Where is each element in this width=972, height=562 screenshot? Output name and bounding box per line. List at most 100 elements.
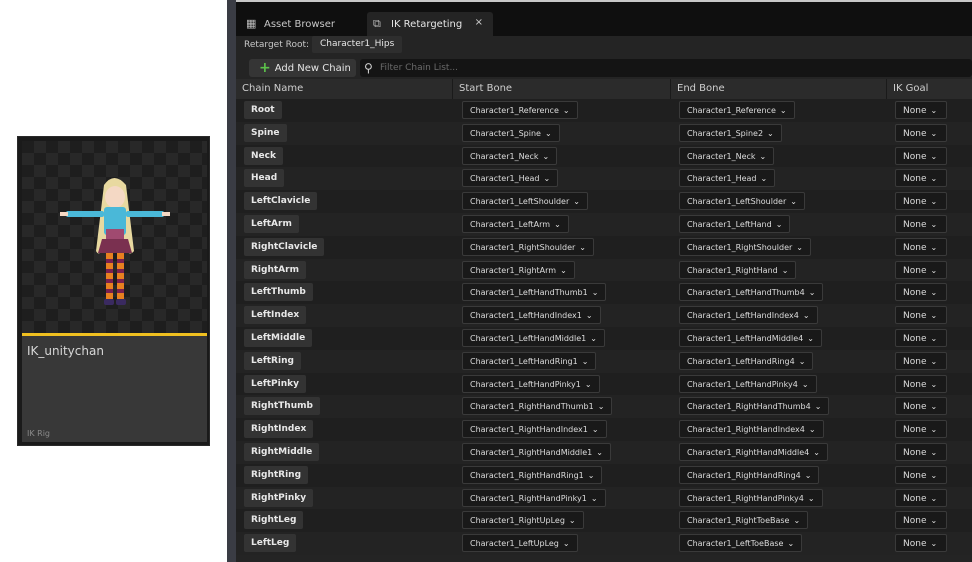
ik-goal-dropdown[interactable]: None ⌄: [895, 123, 947, 142]
ik-goal-dropdown[interactable]: None ⌄: [895, 374, 947, 393]
ik-goal-dropdown[interactable]: None ⌄: [895, 511, 947, 530]
end-bone-dropdown[interactable]: Character1_Reference ⌄: [679, 101, 795, 119]
start-bone-dropdown[interactable]: Character1_LeftHandRing1 ⌄: [462, 351, 597, 370]
retarget-root-value[interactable]: Character1_Hips: [312, 36, 403, 53]
end-bone-dropdown[interactable]: Character1_RightHandRing4 ⌄: [679, 465, 820, 484]
end-bone-dropdown[interactable]: Character1_RightHand ⌄: [679, 260, 797, 279]
table-row[interactable]: RightLeg Character1_RightUpLeg ⌄ Character1…: [236, 509, 972, 533]
table-row[interactable]: Root Character1_Reference ⌄ Character1_Refe…: [236, 99, 972, 122]
column-header-start-bone[interactable]: Start Bone: [453, 79, 671, 99]
start-bone-dropdown[interactable]: Character1_RightHandIndex1 ⌄: [462, 420, 607, 439]
table-row[interactable]: RightClavicle Character1_RightShoulder ⌄ Ch…: [236, 235, 972, 259]
end-bone-dropdown[interactable]: Character1_RightHandMiddle4 ⌄: [679, 442, 828, 461]
ik-goal-dropdown[interactable]: None ⌄: [895, 214, 947, 233]
ik-goal-dropdown[interactable]: None ⌄: [895, 488, 947, 507]
end-bone-dropdown[interactable]: Character1_RightHandPinky4 ⌄: [679, 488, 823, 507]
table-row[interactable]: RightThumb Character1_RightHandThumb1 ⌄ Cha…: [236, 395, 972, 419]
start-bone-dropdown[interactable]: Character1_LeftArm ⌄: [462, 214, 569, 233]
table-row[interactable]: RightRing Character1_RightHandRing1 ⌄ Chara…: [236, 463, 972, 487]
ik-goal-dropdown[interactable]: None ⌄: [895, 101, 947, 119]
end-bone-dropdown[interactable]: Character1_Neck ⌄: [679, 146, 775, 165]
end-bone-dropdown[interactable]: Character1_Head ⌄: [679, 169, 776, 188]
chain-name-field[interactable]: RightArm: [244, 260, 306, 279]
start-bone-dropdown[interactable]: Character1_RightShoulder ⌄: [462, 237, 594, 256]
start-bone-dropdown[interactable]: Character1_LeftShoulder ⌄: [462, 192, 588, 211]
chain-name-field[interactable]: RightPinky: [244, 488, 314, 507]
ik-goal-dropdown[interactable]: None ⌄: [895, 351, 947, 370]
table-row[interactable]: LeftArm Character1_LeftArm ⌄ Character1_Lef…: [236, 212, 972, 236]
table-row[interactable]: LeftMiddle Character1_LeftHandMiddle1 ⌄ Cha…: [236, 326, 972, 350]
ik-goal-dropdown[interactable]: None ⌄: [895, 237, 947, 256]
end-bone-dropdown[interactable]: Character1_RightHandIndex4 ⌄: [679, 420, 824, 439]
filter-chain-input[interactable]: ⚲ Filter Chain List...: [360, 59, 972, 77]
table-row[interactable]: RightArm Character1_RightArm ⌄ Character1_R…: [236, 258, 972, 282]
chain-name-field[interactable]: LeftPinky: [244, 374, 306, 393]
ik-goal-dropdown[interactable]: None ⌄: [895, 260, 947, 279]
end-bone-dropdown[interactable]: Character1_LeftToeBase ⌄: [679, 534, 803, 553]
chain-name-field[interactable]: LeftRing: [244, 351, 301, 370]
ik-goal-dropdown[interactable]: None ⌄: [895, 328, 947, 347]
end-bone-dropdown[interactable]: Character1_RightToeBase ⌄: [679, 511, 809, 530]
ik-goal-dropdown[interactable]: None ⌄: [895, 146, 947, 165]
table-row[interactable]: LeftRing Character1_LeftHandRing1 ⌄ Charact…: [236, 349, 972, 373]
table-row[interactable]: RightIndex Character1_RightHandIndex1 ⌄ Cha…: [236, 418, 972, 441]
table-row[interactable]: Head Character1_Head ⌄ Character1_Head ⌄ None…: [236, 167, 972, 191]
end-bone-dropdown[interactable]: Character1_LeftHand ⌄: [679, 214, 791, 233]
end-bone-dropdown[interactable]: Character1_RightShoulder ⌄: [679, 237, 811, 256]
chain-name-field[interactable]: Neck: [244, 146, 283, 165]
start-bone-dropdown[interactable]: Character1_Reference ⌄: [462, 101, 578, 119]
chain-name-field[interactable]: RightLeg: [244, 511, 304, 530]
end-bone-dropdown[interactable]: Character1_LeftHandThumb4 ⌄: [679, 283, 824, 302]
start-bone-dropdown[interactable]: Character1_Neck ⌄: [462, 146, 558, 165]
add-new-chain-button[interactable]: + Add New Chain: [249, 59, 356, 77]
chain-name-field[interactable]: RightThumb: [244, 397, 320, 416]
chain-name-field[interactable]: RightMiddle: [244, 442, 320, 461]
table-row[interactable]: LeftPinky Character1_LeftHandPinky1 ⌄ Chara…: [236, 372, 972, 396]
end-bone-dropdown[interactable]: Character1_Spine2 ⌄: [679, 123, 782, 142]
column-header-end-bone[interactable]: End Bone: [671, 79, 887, 99]
close-icon[interactable]: ×: [475, 17, 483, 28]
end-bone-dropdown[interactable]: Character1_LeftHandPinky4 ⌄: [679, 374, 817, 393]
start-bone-dropdown[interactable]: Character1_LeftHandThumb1 ⌄: [462, 283, 607, 302]
column-header-ik-goal[interactable]: IK Goal: [887, 79, 972, 99]
table-row[interactable]: Spine Character1_Spine ⌄ Character1_Spine2 ⌄…: [236, 121, 972, 145]
chain-name-field[interactable]: LeftMiddle: [244, 328, 313, 347]
chain-name-field[interactable]: LeftIndex: [244, 306, 307, 325]
table-row[interactable]: LeftClavicle Character1_LeftShoulder ⌄ Char…: [236, 190, 972, 213]
ik-goal-dropdown[interactable]: None ⌄: [895, 397, 947, 416]
start-bone-dropdown[interactable]: Character1_Head ⌄: [462, 169, 559, 188]
ik-goal-dropdown[interactable]: None ⌄: [895, 534, 947, 553]
tab-asset-browser[interactable]: ▦ Asset Browser: [240, 12, 362, 36]
chain-name-field[interactable]: Root: [244, 101, 282, 119]
ik-goal-dropdown[interactable]: None ⌄: [895, 283, 947, 302]
asset-card[interactable]: IK_unitychan IK Rig: [17, 136, 210, 446]
start-bone-dropdown[interactable]: Character1_RightHandThumb1 ⌄: [462, 397, 613, 416]
ik-goal-dropdown[interactable]: None ⌄: [895, 442, 947, 461]
end-bone-dropdown[interactable]: Character1_LeftHandRing4 ⌄: [679, 351, 814, 370]
tab-ik-retargeting[interactable]: ⧉ IK Retargeting ×: [367, 12, 493, 36]
chain-name-field[interactable]: LeftLeg: [244, 534, 297, 553]
start-bone-dropdown[interactable]: Character1_LeftHandMiddle1 ⌄: [462, 328, 605, 347]
chain-name-field[interactable]: RightClavicle: [244, 237, 325, 256]
start-bone-dropdown[interactable]: Character1_LeftHandPinky1 ⌄: [462, 374, 600, 393]
chain-name-field[interactable]: Head: [244, 169, 285, 188]
start-bone-dropdown[interactable]: Character1_LeftHandIndex1 ⌄: [462, 306, 601, 325]
table-row[interactable]: RightPinky Character1_RightHandPinky1 ⌄ Cha…: [236, 486, 972, 510]
end-bone-dropdown[interactable]: Character1_LeftShoulder ⌄: [679, 192, 805, 211]
table-row[interactable]: Neck Character1_Neck ⌄ Character1_Neck ⌄ None…: [236, 144, 972, 168]
start-bone-dropdown[interactable]: Character1_RightHandMiddle1 ⌄: [462, 442, 611, 461]
chain-name-field[interactable]: LeftThumb: [244, 283, 313, 302]
start-bone-dropdown[interactable]: Character1_RightHandPinky1 ⌄: [462, 488, 606, 507]
start-bone-dropdown[interactable]: Character1_Spine ⌄: [462, 123, 560, 142]
end-bone-dropdown[interactable]: Character1_LeftHandMiddle4 ⌄: [679, 328, 822, 347]
ik-goal-dropdown[interactable]: None ⌄: [895, 192, 947, 211]
ik-goal-dropdown[interactable]: None ⌄: [895, 465, 947, 484]
start-bone-dropdown[interactable]: Character1_RightArm ⌄: [462, 260, 575, 279]
end-bone-dropdown[interactable]: Character1_RightHandThumb4 ⌄: [679, 397, 830, 416]
column-header-chain-name[interactable]: Chain Name: [236, 79, 453, 99]
end-bone-dropdown[interactable]: Character1_LeftHandIndex4 ⌄: [679, 306, 818, 325]
ik-goal-dropdown[interactable]: None ⌄: [895, 306, 947, 325]
ik-goal-dropdown[interactable]: None ⌄: [895, 420, 947, 439]
table-row[interactable]: RightMiddle Character1_RightHandMiddle1 ⌄ C…: [236, 440, 972, 464]
start-bone-dropdown[interactable]: Character1_RightUpLeg ⌄: [462, 511, 584, 530]
